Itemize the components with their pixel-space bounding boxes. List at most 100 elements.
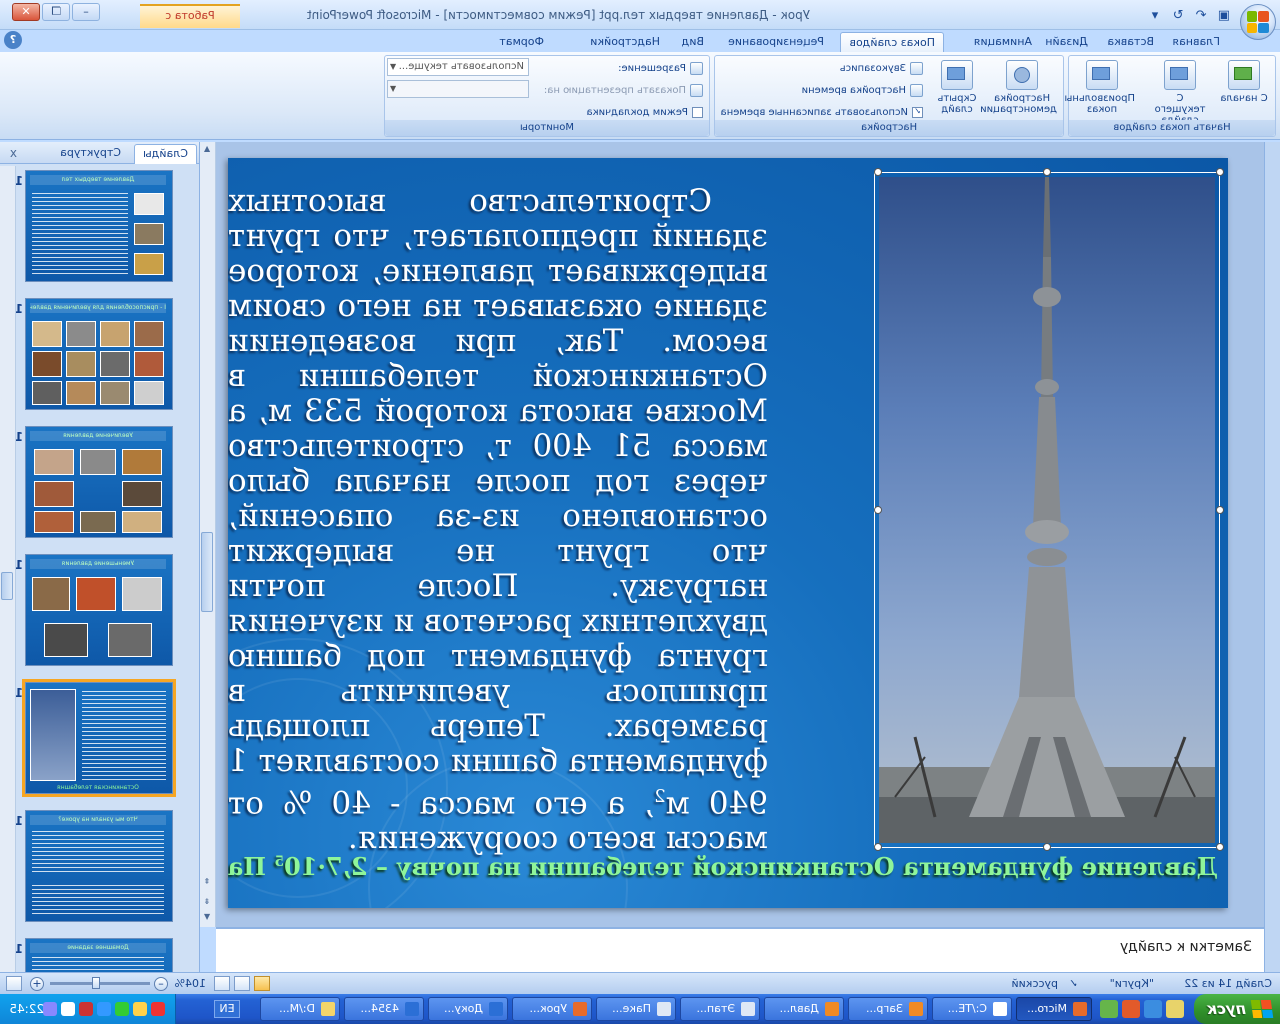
taskbar-item[interactable]: Этап... [680, 997, 760, 1021]
quick-launch-icon[interactable] [1100, 1000, 1118, 1018]
tray-icon[interactable] [115, 1002, 129, 1016]
thumbnail-slide[interactable]: Что мы узнали на уроке? [25, 810, 173, 922]
zoom-out-icon[interactable]: – [154, 977, 168, 991]
scrollbar-thumb[interactable] [1, 572, 13, 600]
resize-handle[interactable] [874, 506, 882, 514]
scrollbar-thumb[interactable] [201, 532, 213, 612]
thumbnail-slide[interactable]: Домашнее задание [25, 938, 173, 972]
language-bar[interactable]: EN [214, 1000, 240, 1018]
quick-launch-icon[interactable] [1144, 1000, 1162, 1018]
taskbar-item[interactable]: D:/M... [260, 997, 340, 1021]
tray-icon[interactable] [61, 1002, 75, 1016]
app-icon [1073, 1002, 1087, 1016]
maximize-button[interactable]: ❐ [42, 3, 70, 21]
quick-launch-icon[interactable] [1122, 1000, 1140, 1018]
spellcheck-icon[interactable]: ✓ [1069, 977, 1078, 990]
taskbar-item-powerpoint[interactable]: Micro... [1016, 997, 1092, 1021]
checkbox-unchecked-icon [692, 106, 703, 118]
office-button[interactable] [1240, 4, 1276, 40]
record-narration-button[interactable]: Звукозапись [840, 60, 923, 76]
tab-format[interactable]: Формат [491, 32, 552, 52]
save-icon[interactable]: ▣ [1214, 5, 1234, 25]
tray-icon[interactable] [133, 1002, 147, 1016]
help-icon[interactable]: ? [4, 31, 22, 49]
notes-pane[interactable]: Заметки к слайду [216, 927, 1264, 972]
fit-to-window-button[interactable] [6, 976, 22, 991]
resize-handle[interactable] [1216, 506, 1224, 514]
thumbnail-image [34, 511, 74, 533]
taskbar-item[interactable]: Загр... [848, 997, 928, 1021]
minimize-button[interactable]: – [72, 3, 100, 21]
customize-qat-icon[interactable]: ▾ [1145, 5, 1165, 25]
resize-handle[interactable] [1043, 843, 1051, 851]
thumbnail-scrollbar[interactable] [0, 166, 16, 972]
undo-icon[interactable]: ↶ [1191, 5, 1211, 25]
tower-photo-frame[interactable] [874, 168, 1224, 851]
quick-launch-icon[interactable] [1166, 1000, 1184, 1018]
tab-review[interactable]: Рецензирование [720, 32, 832, 52]
show-on-combo[interactable]: ▼ [387, 80, 529, 98]
resize-handle[interactable] [1043, 168, 1051, 176]
thumbnail-slide[interactable]: Уменьшение давления [25, 554, 173, 666]
hide-slide-button[interactable]: Скрыть слайд [931, 60, 983, 120]
zoom-in-icon[interactable]: + [30, 977, 44, 991]
close-icon[interactable]: x [10, 146, 17, 160]
tray-icon[interactable] [79, 1002, 93, 1016]
slide-body-text[interactable]: Строительство высотных зданий предполага… [228, 183, 768, 856]
tab-outline[interactable]: Структура [52, 144, 129, 164]
resolution-combo[interactable]: Использовать текуще... ▼ [387, 58, 529, 76]
scroll-up-icon[interactable]: ▲ [201, 144, 213, 158]
tab-slide-show[interactable]: Показ слайдов [840, 32, 944, 52]
thumbnail-slide[interactable]: Останкинская телебашня [22, 679, 176, 797]
scroll-down-icon[interactable]: ▼ [201, 912, 213, 926]
taskbar-item[interactable]: 4354... [344, 997, 424, 1021]
tab-slides[interactable]: Слайды [134, 144, 197, 164]
previous-slide-icon[interactable]: ⇞ [201, 877, 213, 891]
setup-show-button[interactable]: Настройка демонстрации [980, 60, 1057, 120]
thumbnail-slide[interactable]: Увеличение давления [25, 426, 173, 538]
slide-show-view-button[interactable] [214, 976, 230, 991]
from-current-button[interactable]: С текущего слайда [1151, 60, 1209, 126]
tray-icon[interactable] [97, 1002, 111, 1016]
tray-icon[interactable] [151, 1002, 165, 1016]
status-bar: Слайд 14 из 22 "Круги" ✓ русский 104% – … [0, 972, 1280, 994]
redo-icon[interactable]: ↻ [1168, 5, 1188, 25]
resize-handle[interactable] [874, 168, 882, 176]
zoom-slider[interactable] [50, 982, 150, 985]
current-slide[interactable]: Строительство высотных зданий предполага… [228, 158, 1228, 908]
zoom-level[interactable]: 104% [175, 977, 206, 990]
use-timings-checkbox[interactable]: ✓ Использовать записанные времена [721, 104, 923, 120]
taskbar-item[interactable]: Урок... [512, 997, 592, 1021]
normal-view-button[interactable] [254, 976, 270, 991]
tab-animation[interactable]: Анимация [966, 32, 1040, 52]
zoom-slider-knob[interactable] [92, 977, 100, 989]
thumbnail-slide[interactable]: I - приспособления для увеличения давлен… [25, 298, 173, 410]
thumbnail-slide[interactable]: Давление твердых тел [25, 170, 173, 282]
slide-vertical-scrollbar[interactable]: ▲ ⇞ ⇟ ▼ [200, 142, 216, 927]
rehearse-timings-button[interactable]: Настройка времени [802, 82, 923, 98]
resize-handle[interactable] [874, 843, 882, 851]
from-beginning-button[interactable]: С начала [1215, 60, 1273, 120]
slide-sorter-button[interactable] [234, 976, 250, 991]
tab-view[interactable]: Вид [674, 32, 712, 52]
tab-insert[interactable]: Вставка [1099, 32, 1162, 52]
taskbar-item[interactable]: Доку... [428, 997, 508, 1021]
resize-handle[interactable] [1216, 168, 1224, 176]
slide-caption[interactable]: Давление фундамента Останкинской телебаш… [228, 852, 1218, 881]
start-button[interactable]: пуск [1194, 994, 1280, 1024]
tab-design[interactable]: Дизайн [1037, 32, 1096, 52]
group-start-label: Начать показ слайдов [1069, 120, 1275, 136]
custom-show-button[interactable]: Произвольный показ [1058, 60, 1135, 120]
resize-handle[interactable] [1216, 843, 1224, 851]
thumbnail-image [108, 623, 152, 657]
next-slide-icon[interactable]: ⇟ [201, 897, 213, 911]
language-indicator[interactable]: русский [1011, 977, 1058, 990]
taskbar-item[interactable]: Паке... [596, 997, 676, 1021]
taskbar-item[interactable]: C:/TE... [932, 997, 1012, 1021]
presenter-view-checkbox[interactable]: Режим докладчика [587, 104, 703, 120]
taskbar-item[interactable]: Давл... [764, 997, 844, 1021]
tray-icon[interactable] [43, 1002, 57, 1016]
close-button[interactable]: ✕ [12, 3, 40, 21]
tab-home[interactable]: Главная [1164, 32, 1228, 52]
tab-addins[interactable]: Надстройки [582, 32, 668, 52]
